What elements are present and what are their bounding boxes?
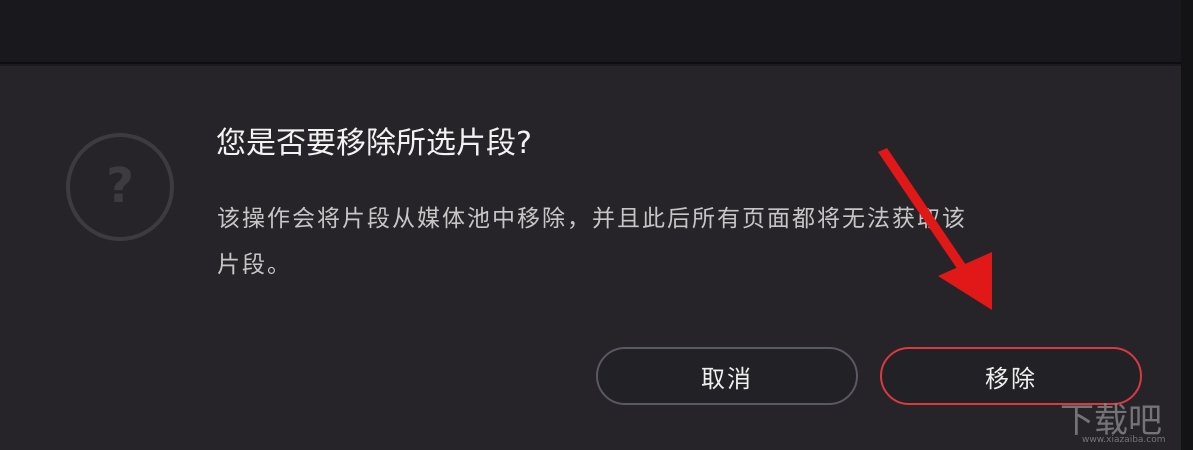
dialog-message-line: 片段。 xyxy=(217,252,292,278)
remove-button[interactable]: 移除 xyxy=(880,347,1142,405)
dialog-title: 您是否要移除所选片段? xyxy=(216,126,532,161)
top-bar xyxy=(0,0,1193,64)
dialog-message-line: 该操作会将片段从媒体池中移除，并且此后所有页面都将无法获取该 xyxy=(217,206,967,232)
dialog-message: 该操作会将片段从媒体池中移除，并且此后所有页面都将无法获取该 片段。 xyxy=(217,196,1107,288)
question-icon: ? xyxy=(66,133,174,241)
window-edge xyxy=(1181,0,1193,450)
screen: ? 您是否要移除所选片段? 该操作会将片段从媒体池中移除，并且此后所有页面都将无… xyxy=(0,0,1193,450)
cancel-button[interactable]: 取消 xyxy=(596,347,858,405)
